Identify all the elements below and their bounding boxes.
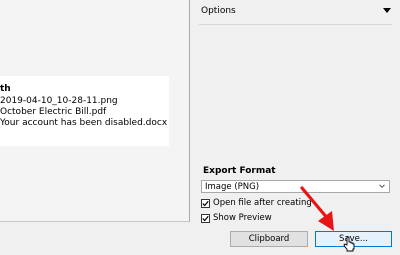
open-after-creating-checkbox[interactable] [201, 198, 210, 208]
preview-file-line: October Electric Bill.pdf [0, 107, 107, 117]
chevron-down-icon [379, 184, 385, 188]
dialog-window: th 2019-04-10_10-28-11.png October Elect… [0, 0, 400, 255]
show-preview-checkbox[interactable] [201, 213, 210, 223]
mouse-cursor-icon [343, 236, 355, 252]
preview-card: th 2019-04-10_10-28-11.png October Elect… [0, 76, 169, 146]
options-header[interactable]: Options [201, 6, 236, 16]
export-format-label: Export Format [203, 166, 276, 176]
arrow-annotation-icon [300, 186, 334, 231]
divider [199, 24, 392, 25]
preview-pane: th 2019-04-10_10-28-11.png October Elect… [0, 0, 190, 222]
preview-heading: th [0, 84, 11, 94]
preview-file-line: 2019-04-10_10-28-11.png [0, 96, 118, 106]
check-icon [202, 215, 209, 221]
show-preview-label: Show Preview [213, 213, 272, 223]
export-format-value: Image (PNG) [205, 181, 260, 192]
preview-file-line: Your account has been disabled.docx [0, 118, 168, 128]
caret-down-icon[interactable] [383, 8, 391, 13]
preview-file-list: 2019-04-10_10-28-11.png October Electric… [0, 96, 167, 129]
show-preview-row[interactable]: Show Preview [201, 212, 272, 224]
check-icon [202, 200, 209, 206]
